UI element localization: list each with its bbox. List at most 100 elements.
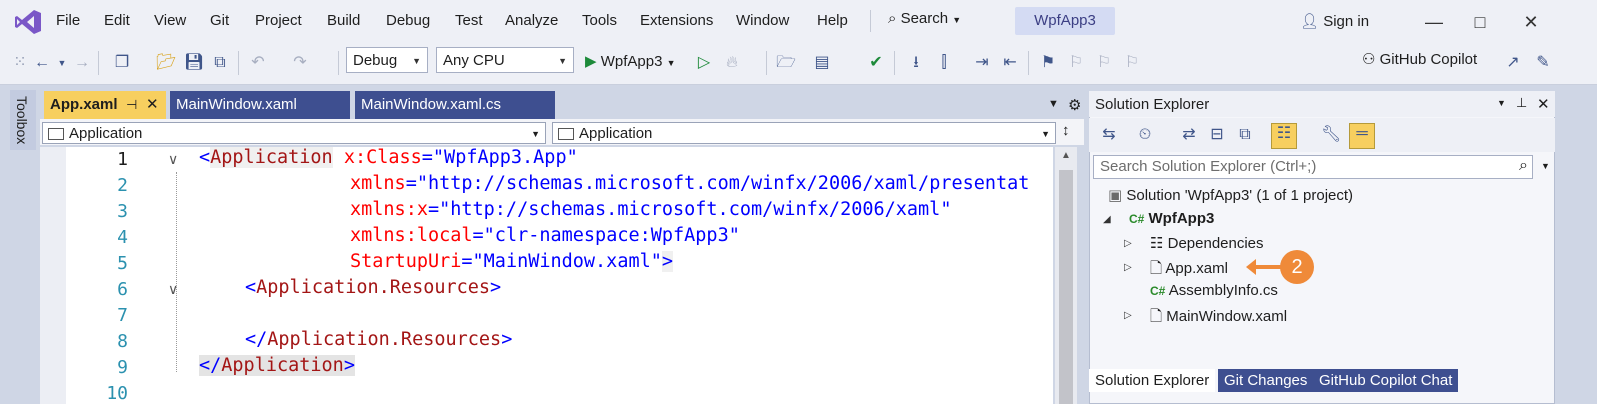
feedback-icon[interactable]: ✎: [1533, 53, 1553, 73]
close-icon[interactable]: ✕: [1517, 8, 1545, 36]
tab-git-changes[interactable]: Git Changes: [1218, 369, 1314, 392]
copilot-label: GitHub Copilot: [1379, 51, 1478, 68]
type-select[interactable]: Application ▼: [42, 122, 546, 144]
expand-arrow-icon[interactable]: ▷: [1124, 262, 1132, 273]
save-all-icon[interactable]: ⧉: [210, 53, 230, 73]
start-debugging-button[interactable]: ▶ WpfApp3 ▼: [585, 52, 676, 70]
tab-app-xaml[interactable]: App.xaml ⊣ ✕: [44, 91, 166, 119]
bookmark-next-icon[interactable]: ⚐: [1094, 53, 1114, 73]
platform-select[interactable]: Any CPU ▼: [436, 47, 574, 73]
step-icon[interactable]: ⭳: [906, 53, 926, 73]
minimize-icon[interactable]: —: [1420, 8, 1448, 36]
platform-value: Any CPU: [443, 52, 505, 69]
open-icon[interactable]: 📂︎: [156, 53, 176, 73]
sync-icon[interactable]: ⇄: [1179, 125, 1199, 145]
code-token: StartupUri: [350, 251, 462, 272]
tab-github-copilot-chat[interactable]: GitHub Copilot Chat: [1313, 369, 1459, 392]
panel-menu-icon[interactable]: ▼: [1497, 98, 1506, 108]
github-copilot-button[interactable]: ⚇ GitHub Copilot: [1362, 50, 1477, 68]
menu-build[interactable]: Build: [327, 12, 360, 29]
search-button[interactable]: ⌕ Search ▼: [888, 10, 961, 32]
vs-logo-icon[interactable]: [14, 9, 42, 35]
collapse-icon[interactable]: ∨: [168, 151, 178, 168]
menu-git[interactable]: Git: [210, 12, 229, 29]
tab-close-icon[interactable]: ✕: [146, 91, 159, 119]
code-token: =: [472, 225, 484, 246]
project-node[interactable]: C# WpfApp3: [1129, 210, 1214, 227]
indent-icon[interactable]: ⇥: [972, 53, 992, 73]
properties-icon[interactable]: 🔧︎: [1321, 125, 1341, 145]
tree-item-assemblyinfo[interactable]: C# AssemblyInfo.cs: [1150, 282, 1278, 299]
hot-reload-icon[interactable]: 🔥︎: [722, 53, 742, 73]
expand-arrow-icon[interactable]: ▷: [1124, 238, 1132, 249]
gear-icon[interactable]: ⚙: [1068, 96, 1081, 114]
back-dropdown-icon[interactable]: ▼: [52, 53, 72, 73]
run-without-debug-icon[interactable]: ▷: [694, 53, 714, 73]
code-token: Application: [210, 147, 333, 168]
menu-debug[interactable]: Debug: [386, 12, 430, 29]
menu-project[interactable]: Project: [255, 12, 302, 29]
tree-item-label: Dependencies: [1167, 235, 1264, 252]
pin-icon[interactable]: ⊥: [1516, 95, 1527, 111]
bookmark-prev-icon[interactable]: ⚐: [1066, 53, 1086, 73]
menu-file[interactable]: File: [56, 12, 80, 29]
tab-mainwindow-xaml[interactable]: MainWindow.xaml: [170, 91, 350, 119]
menu-window[interactable]: Window: [736, 12, 789, 29]
menu-view[interactable]: View: [154, 12, 186, 29]
configuration-select[interactable]: Debug ▼: [346, 47, 428, 73]
spell-check-icon[interactable]: ✔: [866, 53, 886, 73]
filter-icon[interactable]: ☷: [1271, 123, 1297, 149]
new-project-icon[interactable]: ❐: [112, 53, 132, 73]
pin-icon[interactable]: ⊣: [126, 91, 137, 119]
scrollbar-thumb[interactable]: [1059, 170, 1073, 404]
browse-folder-icon[interactable]: 🗁︎: [776, 53, 796, 73]
solution-node[interactable]: ▣ Solution 'WpfApp3' (1 of 1 project): [1108, 186, 1353, 204]
menu-extensions[interactable]: Extensions: [640, 12, 713, 29]
expand-arrow-icon[interactable]: ▷: [1124, 310, 1132, 321]
member-select[interactable]: Application ▼: [552, 122, 1056, 144]
split-icon[interactable]: ↕: [1062, 122, 1070, 139]
bookmark-icon[interactable]: ⚑: [1038, 53, 1058, 73]
switch-views-icon[interactable]: ⇆: [1099, 125, 1119, 145]
search-options-icon[interactable]: ▼: [1541, 161, 1550, 171]
code-token: "clr-namespace:WpfApp3": [483, 225, 740, 246]
share-icon[interactable]: ↗: [1503, 53, 1523, 73]
undo-icon[interactable]: ↶: [248, 53, 268, 73]
tab-solution-explorer[interactable]: Solution Explorer: [1089, 369, 1216, 392]
menu-edit[interactable]: Edit: [104, 12, 130, 29]
preview-icon[interactable]: ═: [1349, 123, 1375, 149]
back-icon[interactable]: ←: [32, 53, 52, 73]
tree-item-app-xaml[interactable]: 🗋︎ App.xaml: [1150, 258, 1228, 283]
solution-search-input[interactable]: Search Solution Explorer (Ctrl+;): [1093, 155, 1533, 179]
sign-in-button[interactable]: 👤︎ Sign in: [1300, 12, 1369, 30]
menu-test[interactable]: Test: [455, 12, 483, 29]
search-icon[interactable]: ⌕: [1519, 157, 1528, 175]
collapse-arrow-icon[interactable]: ◢: [1103, 214, 1111, 225]
scroll-up-icon[interactable]: ▲: [1061, 150, 1071, 161]
save-icon[interactable]: 💾︎: [184, 53, 204, 73]
menu-tools[interactable]: Tools: [582, 12, 617, 29]
menu-analyze[interactable]: Analyze: [505, 12, 558, 29]
forward-icon[interactable]: →: [72, 53, 92, 73]
dependencies-icon: ☷: [1150, 235, 1164, 252]
copilot-icon: ⚇: [1362, 51, 1376, 68]
line-number: 9: [117, 357, 128, 378]
bookmark-clear-icon[interactable]: ⚐: [1122, 53, 1142, 73]
outdent-icon[interactable]: ⇤: [1000, 53, 1020, 73]
tab-mainwindow-xaml-cs[interactable]: MainWindow.xaml.cs: [355, 91, 555, 119]
show-all-files-icon[interactable]: ⧉: [1235, 125, 1255, 145]
menu-help[interactable]: Help: [817, 12, 848, 29]
code-token: xmlns: [350, 173, 406, 194]
columns-icon[interactable]: ⫿: [934, 53, 954, 73]
layout-icon[interactable]: ▤: [812, 53, 832, 73]
tree-item-dependencies[interactable]: ☷ Dependencies: [1150, 234, 1264, 252]
collapse-all-icon[interactable]: ⊟: [1207, 125, 1227, 145]
redo-icon[interactable]: ↷: [290, 53, 310, 73]
tree-item-mainwindow-xaml[interactable]: 🗋︎ MainWindow.xaml: [1150, 306, 1287, 331]
toolbar-separator: [98, 51, 99, 75]
tab-overflow-icon[interactable]: ▼: [1048, 98, 1059, 110]
line-number: 2: [117, 175, 128, 196]
maximize-icon[interactable]: □: [1466, 8, 1494, 36]
history-icon[interactable]: ⏲︎: [1135, 125, 1155, 145]
close-icon[interactable]: ✕: [1537, 95, 1550, 113]
